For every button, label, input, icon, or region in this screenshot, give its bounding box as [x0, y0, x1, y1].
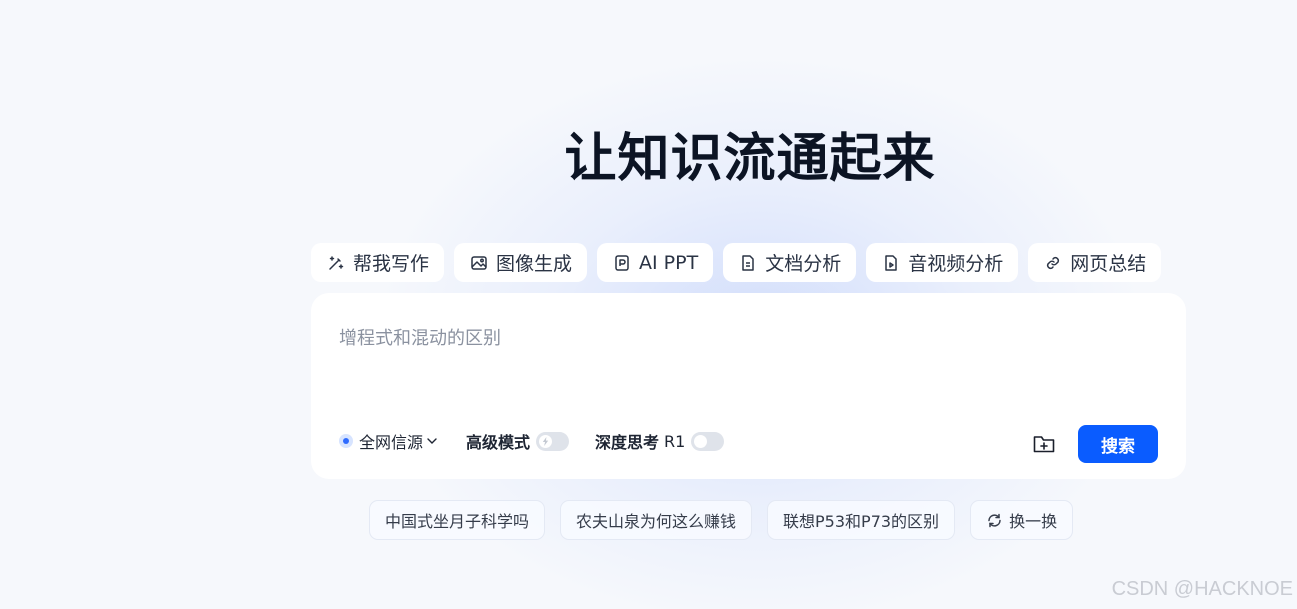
tool-document-analysis[interactable]: 文档分析 — [723, 243, 857, 282]
folder-add-icon[interactable] — [1032, 432, 1056, 456]
tool-label: AI PPT — [639, 251, 699, 274]
search-panel: 全网信源 高级模式 深度思考 R1 搜索 — [311, 293, 1186, 479]
deep-think-model: R1 — [664, 431, 686, 451]
refresh-label: 换一换 — [1009, 512, 1058, 531]
deep-think-label: 深度思考 — [595, 433, 660, 452]
slides-icon — [613, 254, 631, 272]
tool-image-generation[interactable]: 图像生成 — [454, 243, 588, 282]
search-options: 全网信源 高级模式 深度思考 R1 — [339, 429, 725, 453]
tool-media-analysis[interactable]: 音视频分析 — [866, 243, 1019, 282]
tool-label: 音视频分析 — [908, 253, 1004, 275]
suggestions: 中国式坐月子科学吗 农夫山泉为何这么赚钱 联想P53和P73的区别 换一换 — [369, 500, 1074, 540]
magic-wand-icon — [327, 254, 345, 272]
document-icon — [739, 254, 757, 272]
toggle-knob — [694, 434, 708, 448]
tool-label: 帮我写作 — [353, 253, 430, 275]
page-title: 让知识流通起来 — [564, 129, 936, 189]
suggestion-chip[interactable]: 农夫山泉为何这么赚钱 — [560, 500, 753, 540]
tool-writing[interactable]: 帮我写作 — [311, 243, 445, 282]
link-icon — [1044, 254, 1062, 272]
deep-think-toggle[interactable] — [691, 431, 725, 451]
suggestion-chip[interactable]: 中国式坐月子科学吗 — [369, 500, 546, 540]
media-file-icon — [882, 254, 900, 272]
image-icon — [470, 254, 488, 272]
source-selector[interactable]: 全网信源 — [339, 429, 438, 453]
refresh-button[interactable]: 换一换 — [970, 500, 1074, 540]
tool-bar: 帮我写作 图像生成 AI PPT 文档分析 音视频分析 网页总结 — [311, 243, 1162, 282]
watermark: CSDN @HACKNOE — [1111, 578, 1293, 600]
deep-think: 深度思考 R1 — [595, 429, 725, 453]
tool-label: 图像生成 — [496, 253, 573, 275]
lightning-icon — [539, 434, 553, 448]
refresh-icon — [986, 512, 1003, 529]
advanced-mode: 高级模式 — [466, 429, 570, 453]
source-label: 全网信源 — [359, 433, 424, 452]
tool-label: 文档分析 — [765, 253, 842, 275]
chevron-down-icon — [426, 435, 438, 447]
tool-webpage-summary[interactable]: 网页总结 — [1028, 243, 1162, 282]
advanced-mode-label: 高级模式 — [466, 433, 531, 452]
tool-ai-ppt[interactable]: AI PPT — [597, 243, 714, 282]
search-button[interactable]: 搜索 — [1078, 425, 1158, 463]
suggestion-chip[interactable]: 联想P53和P73的区别 — [767, 500, 956, 540]
tool-label: 网页总结 — [1070, 253, 1147, 275]
source-dot-icon — [339, 434, 353, 448]
search-input[interactable] — [339, 323, 1139, 353]
advanced-mode-toggle[interactable] — [536, 431, 570, 451]
